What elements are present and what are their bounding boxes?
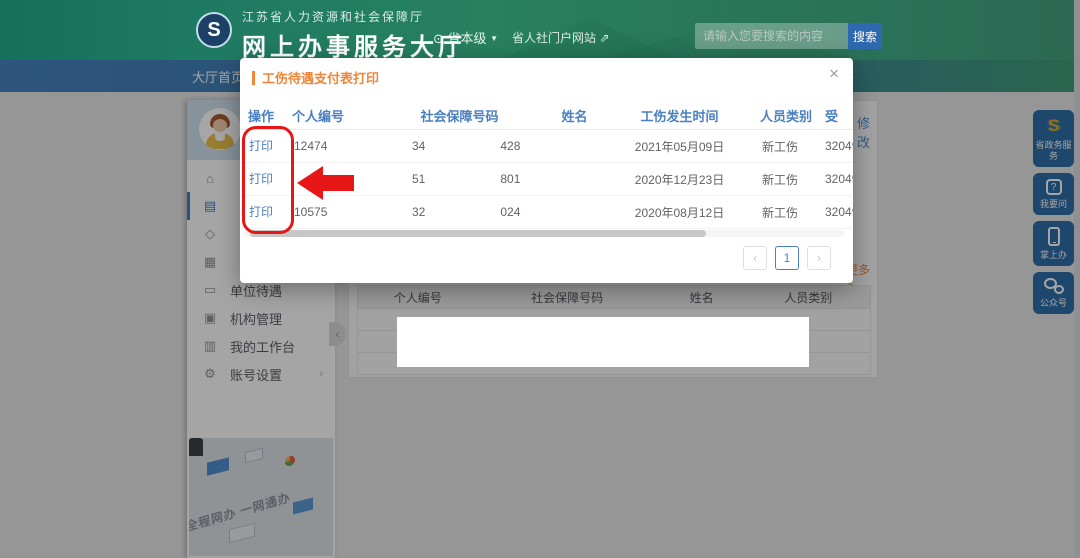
- person-type-cell: 新工伤: [747, 138, 825, 155]
- ssn-cell: 34 428: [382, 139, 537, 153]
- ssn-fragment: 51: [412, 172, 425, 186]
- print-table: 操作 个人编号 社会保障号码 姓名 工伤发生时间 人员类别 受 打印 12474…: [240, 102, 853, 229]
- ssn-fragment: 024: [500, 205, 520, 219]
- injury-date-cell: 2020年12月23日: [612, 171, 747, 188]
- region-selector[interactable]: ⊙ 省本级 ▼: [433, 28, 498, 47]
- ssn-fragment: 32: [412, 205, 425, 219]
- print-dialog: 工伤待遇支付表打印 × 操作 个人编号 社会保障号码 姓名 工伤发生时间 人员类…: [240, 58, 853, 283]
- personal-no-cell: 10575: [282, 205, 382, 219]
- table-row: 打印 10575 32 024 2020年08月12日 新工伤 32049: [240, 196, 853, 229]
- accept-no-cell: 32049: [825, 139, 853, 153]
- org-name: 江苏省人力资源和社会保障厅: [242, 8, 466, 25]
- prev-page-button[interactable]: ‹: [743, 246, 767, 270]
- print-table-header: 操作 个人编号 社会保障号码 姓名 工伤发生时间 人员类别 受: [240, 102, 853, 130]
- accept-no-cell: 32049: [825, 205, 853, 219]
- column-header: 受: [825, 106, 853, 125]
- redaction-overlay: [397, 317, 809, 367]
- chevron-down-icon: ▼: [490, 34, 498, 43]
- column-header: 社会保障号码: [382, 106, 537, 125]
- person-type-cell: 新工伤: [747, 171, 825, 188]
- ssn-fragment: 34: [412, 139, 425, 153]
- column-header: 工伤发生时间: [612, 106, 747, 125]
- injury-date-cell: 2020年08月12日: [612, 204, 747, 221]
- annotation-highlight-box: [242, 126, 294, 234]
- close-icon[interactable]: ×: [829, 64, 839, 84]
- site-logo-icon: S: [196, 12, 232, 48]
- column-header: 人员类别: [747, 106, 825, 125]
- column-header: 操作: [240, 106, 282, 125]
- portal-link-label: 省人社门户网站: [512, 31, 596, 45]
- annotation-arrow-shaft: [321, 175, 354, 191]
- search-bar: 搜索: [695, 23, 882, 49]
- pagination: ‹ 1 ›: [743, 246, 831, 270]
- portal-site-link[interactable]: 省人社门户网站 ⇗: [512, 29, 609, 46]
- site-header: S 江苏省人力资源和社会保障厅 网上办事服务大厅 ⊙ 省本级 ▼ 省人社门户网站…: [0, 0, 1080, 60]
- horizontal-scrollbar-thumb[interactable]: [250, 230, 706, 237]
- location-icon: ⊙: [433, 31, 444, 46]
- ssn-cell: 51 801: [382, 172, 537, 186]
- search-button[interactable]: 搜索: [848, 23, 882, 49]
- dialog-title: 工伤待遇支付表打印: [262, 68, 379, 87]
- page-scrollbar[interactable]: [1074, 0, 1080, 558]
- table-row: 打印 12474 34 428 2021年05月09日 新工伤 32049: [240, 130, 853, 163]
- column-header: 个人编号: [282, 106, 382, 125]
- personal-no-cell: 12474: [282, 139, 382, 153]
- region-label: 省本级: [448, 31, 487, 46]
- ssn-fragment: 801: [500, 172, 520, 186]
- external-link-icon: ⇗: [599, 31, 609, 45]
- horizontal-scrollbar-track[interactable]: [244, 230, 844, 237]
- injury-date-cell: 2021年05月09日: [612, 138, 747, 155]
- search-input[interactable]: [695, 23, 848, 49]
- dialog-titlebar: 工伤待遇支付表打印: [252, 68, 379, 87]
- ssn-cell: 32 024: [382, 205, 537, 219]
- person-type-cell: 新工伤: [747, 204, 825, 221]
- accept-no-cell: 32049: [825, 172, 853, 186]
- next-page-button[interactable]: ›: [807, 246, 831, 270]
- current-page-button[interactable]: 1: [775, 246, 799, 270]
- ssn-fragment: 428: [500, 139, 520, 153]
- column-header: 姓名: [537, 106, 612, 125]
- annotation-arrow-icon: [297, 166, 323, 200]
- title-accent-bar: [252, 71, 255, 85]
